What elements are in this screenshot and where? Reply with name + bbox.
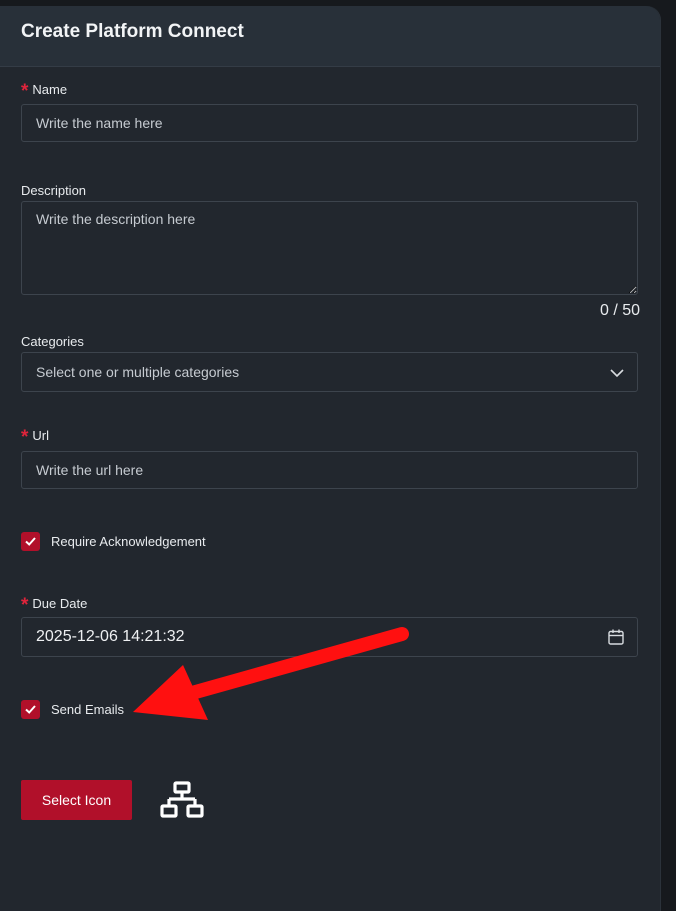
description-textarea[interactable] [21,201,638,295]
url-label: * Url [21,427,50,448]
send-emails-checkbox[interactable] [21,700,40,719]
required-marker: * [21,595,29,616]
send-emails-label: Send Emails [51,702,124,717]
description-char-counter: 0 / 50 [599,302,640,319]
description-label-text: Description [21,183,87,198]
due-date-value: 2025-12-06 14:21:32 [36,628,185,645]
required-marker: * [21,427,29,448]
send-emails-checkbox-row[interactable]: Send Emails [21,700,124,719]
calendar-icon[interactable] [607,628,625,646]
require-acknowledgement-checkbox-row[interactable]: Require Acknowledgement [21,532,206,551]
description-label: Description [21,183,86,199]
name-label: * Name [21,81,68,102]
categories-placeholder: Select one or multiple categories [36,364,240,380]
due-date-label-text: Due Date [32,596,88,611]
name-label-text: Name [32,82,68,97]
chevron-down-icon [610,369,624,378]
name-input[interactable] [21,104,638,142]
categories-label-text: Categories [21,334,84,349]
network-hierarchy-icon [160,781,204,818]
due-date-picker[interactable]: 2025-12-06 14:21:32 [21,617,638,657]
required-marker: * [21,81,29,102]
due-date-label: * Due Date [21,595,88,616]
select-icon-button[interactable]: Select Icon [21,780,132,820]
categories-label: Categories [21,334,84,350]
url-label-text: Url [32,428,50,443]
url-input[interactable] [21,451,638,489]
panel-title: Create Platform Connect [21,21,244,42]
checkmark-icon [25,705,36,714]
require-acknowledgement-label: Require Acknowledgement [51,534,206,549]
categories-select[interactable]: Select one or multiple categories [21,352,638,392]
checkmark-icon [25,537,36,546]
require-acknowledgement-checkbox[interactable] [21,532,40,551]
